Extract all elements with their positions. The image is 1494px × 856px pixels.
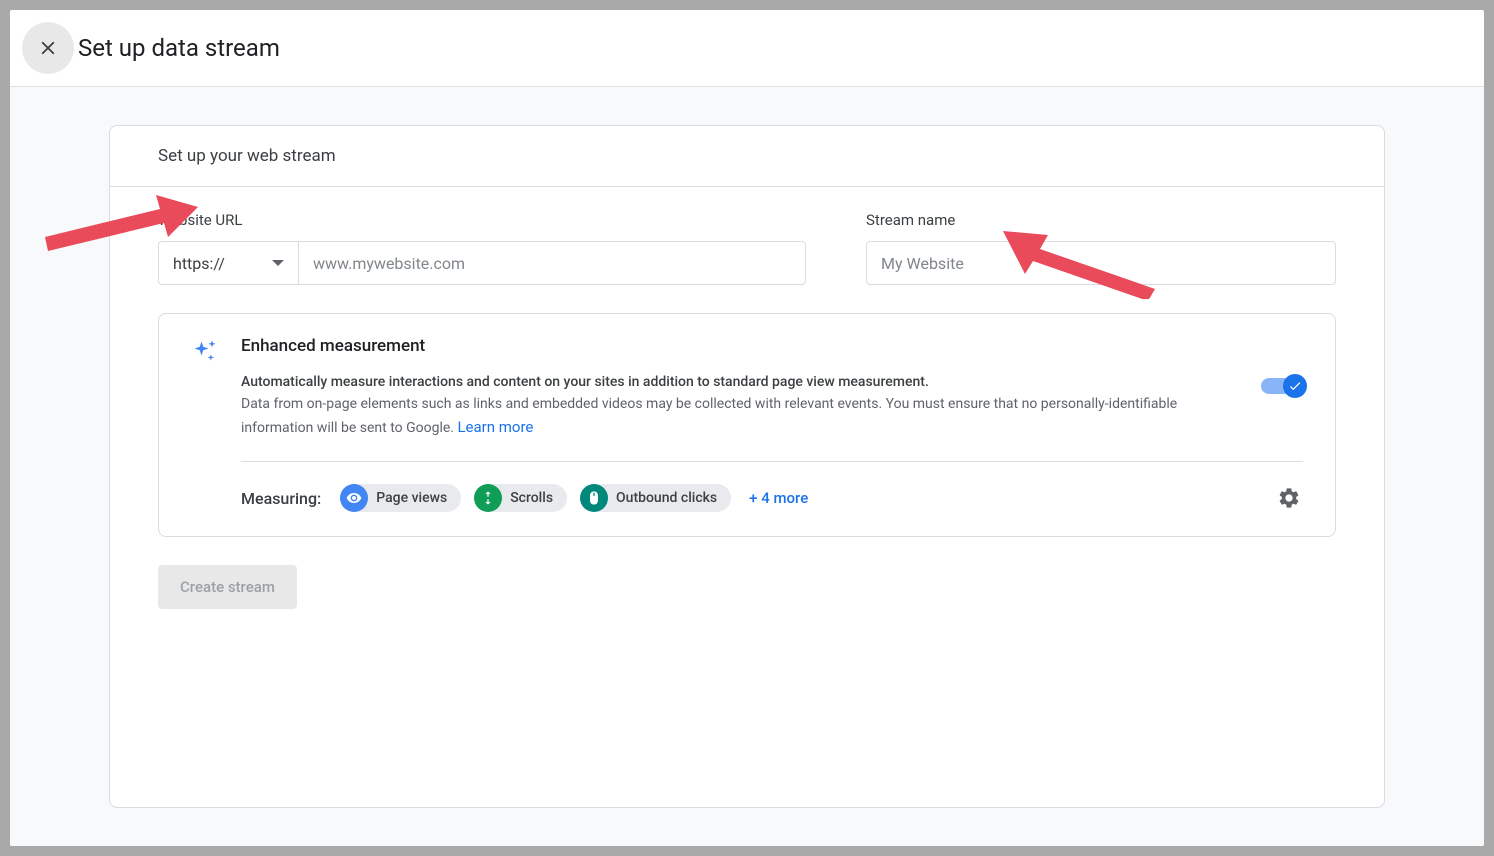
web-stream-card: Set up your web stream Website URL https… [109, 125, 1385, 808]
create-stream-button[interactable]: Create stream [158, 565, 297, 609]
card-header: Set up your web stream [110, 126, 1384, 187]
chip-scrolls: Scrolls [475, 484, 567, 512]
website-url-group: Website URL https:// [158, 211, 806, 285]
modal-body: Set up your web stream Website URL https… [10, 87, 1484, 846]
enhanced-subtitle: Automatically measure interactions and c… [241, 374, 1237, 390]
setup-data-stream-modal: Set up data stream Set up your web strea… [10, 10, 1484, 846]
chip-label: Outbound clicks [616, 490, 717, 506]
enhanced-text: Automatically measure interactions and c… [241, 374, 1237, 439]
enhanced-toggle[interactable] [1261, 378, 1303, 394]
chip-page-views: Page views [341, 484, 461, 512]
close-icon [37, 37, 59, 59]
measurement-settings-button[interactable] [1275, 484, 1303, 512]
protocol-value: https:// [173, 254, 225, 273]
divider [241, 461, 1303, 462]
enhanced-description: Data from on-page elements such as links… [241, 394, 1237, 439]
chevron-down-icon [272, 257, 284, 269]
card-body: Website URL https:// Stream name [110, 187, 1384, 639]
protocol-dropdown[interactable]: https:// [158, 241, 298, 285]
close-button[interactable] [22, 22, 74, 74]
chip-label: Page views [376, 490, 447, 506]
enhanced-content: Enhanced measurement Automatically measu… [241, 336, 1303, 512]
chip-label: Scrolls [510, 490, 553, 506]
gear-icon [1277, 486, 1301, 510]
enhanced-measurement-box: Enhanced measurement Automatically measu… [158, 313, 1336, 537]
website-url-input[interactable] [298, 241, 806, 285]
stream-name-input[interactable] [866, 241, 1336, 285]
url-input-combo: https:// [158, 241, 806, 285]
measuring-row: Measuring: Page views [241, 484, 1303, 512]
enhanced-description-row: Automatically measure interactions and c… [241, 374, 1303, 439]
stream-name-group: Stream name [866, 211, 1336, 285]
scroll-icon [474, 484, 502, 512]
stream-name-label: Stream name [866, 211, 1336, 229]
learn-more-link[interactable]: Learn more [457, 418, 533, 436]
modal-header: Set up data stream [10, 10, 1484, 87]
measuring-label: Measuring: [241, 489, 321, 508]
chip-outbound-clicks: Outbound clicks [581, 484, 731, 512]
eye-icon [340, 484, 368, 512]
modal-title: Set up data stream [78, 34, 280, 62]
fields-row: Website URL https:// Stream name [158, 211, 1336, 285]
website-url-label: Website URL [158, 211, 806, 229]
check-icon [1288, 379, 1302, 393]
enhanced-title: Enhanced measurement [241, 336, 1303, 356]
more-measurements-link[interactable]: + 4 more [749, 489, 808, 507]
mouse-icon [580, 484, 608, 512]
toggle-knob [1283, 374, 1307, 398]
sparkle-icon [191, 336, 219, 512]
